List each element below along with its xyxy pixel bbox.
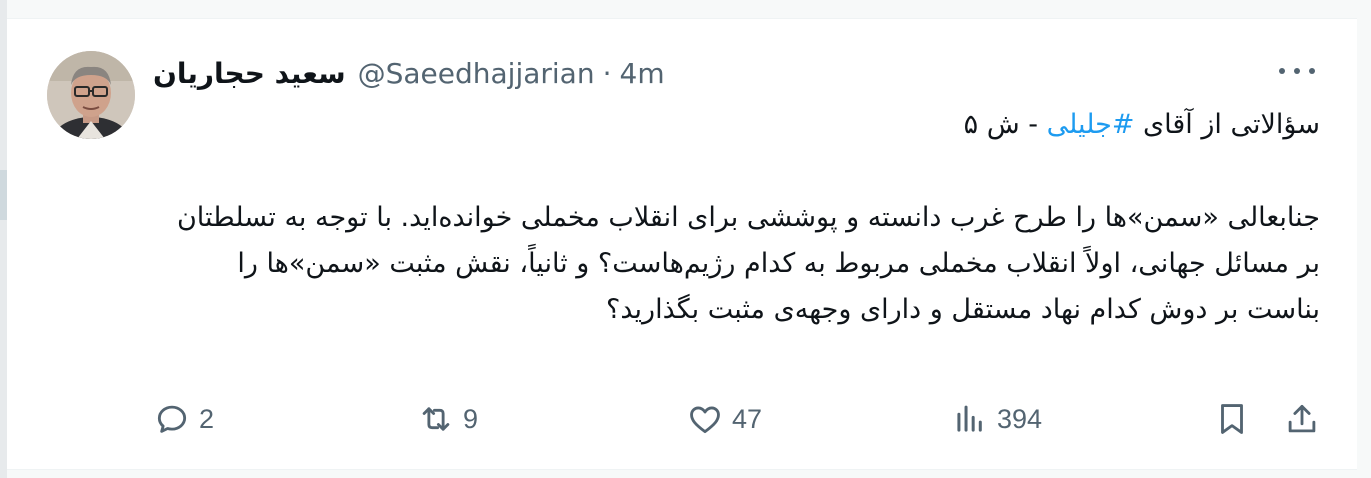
share-button[interactable] bbox=[1283, 397, 1321, 441]
tweet-title-line: سؤالاتی از آقای #جلیلی - ش ۵ bbox=[157, 105, 1320, 145]
author-handle[interactable]: @Saeedhajjarian bbox=[358, 57, 595, 90]
views-count: 394 bbox=[997, 403, 1043, 434]
reply-count: 2 bbox=[199, 403, 215, 434]
reply-button[interactable]: 2 bbox=[153, 397, 214, 441]
like-icon bbox=[690, 406, 720, 434]
retweet-icon bbox=[422, 407, 450, 431]
avatar-photo bbox=[47, 51, 135, 139]
more-options-button[interactable] bbox=[1277, 57, 1317, 85]
retweet-button[interactable]: 9 bbox=[417, 397, 478, 441]
hashtag-link[interactable]: #جلیلی bbox=[1047, 109, 1135, 140]
like-button[interactable]: 47 bbox=[686, 397, 762, 441]
more-icon bbox=[1279, 68, 1285, 74]
tweet-actions: 2 9 47 394 bbox=[153, 397, 1323, 441]
reply-icon bbox=[157, 405, 187, 433]
views-button[interactable]: 394 bbox=[951, 397, 1042, 441]
tweet-card[interactable]: سعید حجاریان @Saeedhajjarian · 4m سؤالات… bbox=[7, 18, 1357, 470]
share-icon bbox=[1288, 404, 1316, 433]
avatar[interactable] bbox=[47, 51, 135, 139]
tweet-text: جنابعالی «سمن»ها را طرح غرب دانسته و پوش… bbox=[176, 202, 1320, 325]
bookmark-icon bbox=[1221, 404, 1243, 434]
bookmark-button[interactable] bbox=[1213, 397, 1251, 441]
title-prefix: سؤالاتی از آقای bbox=[1134, 109, 1320, 140]
views-icon bbox=[957, 405, 982, 432]
title-suffix: - ش ۵ bbox=[963, 109, 1047, 140]
tweet-header: سعید حجاریان @Saeedhajjarian · 4m bbox=[153, 53, 665, 93]
separator-dot: · bbox=[602, 56, 612, 90]
scroll-thumb[interactable] bbox=[0, 170, 7, 220]
author-name[interactable]: سعید حجاریان bbox=[153, 57, 346, 90]
tweet-time[interactable]: 4m bbox=[620, 57, 665, 90]
left-scroll-strip bbox=[0, 0, 7, 478]
like-count: 47 bbox=[732, 403, 763, 434]
retweet-count: 9 bbox=[463, 403, 479, 434]
